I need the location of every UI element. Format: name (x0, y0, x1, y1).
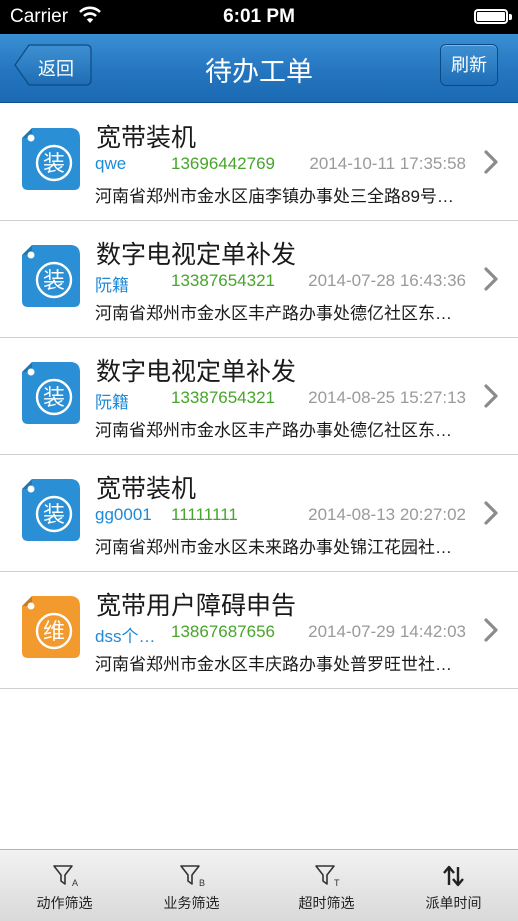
order-user: dss个… (95, 627, 156, 646)
install-tag-icon: 装 (20, 243, 82, 309)
tab-business-filter[interactable]: B 业务筛选 (127, 850, 256, 921)
tag-badge-text: 维 (43, 620, 65, 645)
filter-t-icon: T (314, 864, 340, 893)
order-phone: 13867687656 (171, 622, 276, 641)
list-item[interactable]: 装 数字电视定单补发 阮籍 13387654321 2014-08-25 15:… (0, 338, 518, 455)
status-bar: Carrier 6:01 PM (0, 0, 518, 34)
list-item[interactable]: 维 宽带用户障碍申告 dss个… 13867687656 2014-07-29 … (0, 572, 518, 689)
battery-icon (474, 9, 512, 24)
order-date: 2014-07-29 14:42:03 (308, 622, 466, 641)
navigation-bar: 返回 待办工单 刷新 (0, 34, 518, 103)
tab-label: 动作筛选 (36, 895, 93, 911)
repair-tag-icon: 维 (20, 594, 82, 660)
tag-badge-text: 装 (43, 269, 65, 294)
chevron-right-icon (484, 501, 498, 530)
tab-action-filter[interactable]: A 动作筛选 (0, 850, 129, 921)
order-phone: 13387654321 (171, 388, 276, 407)
order-date: 2014-10-11 17:35:58 (309, 154, 466, 173)
list-item[interactable]: 装 数字电视定单补发 阮籍 13387654321 2014-07-28 16:… (0, 221, 518, 338)
order-address: 河南省郑州市金水区丰庆路办事处普罗旺世社… (95, 655, 452, 674)
filter-a-icon: A (52, 864, 78, 893)
tab-dispatch-time-sort[interactable]: 派单时间 (389, 850, 518, 921)
refresh-button[interactable]: 刷新 (440, 44, 498, 86)
order-address: 河南省郑州市金水区庙李镇办事处三全路89号… (95, 187, 454, 206)
tab-label: 超时筛选 (298, 895, 355, 911)
tab-icon-letter: B (199, 878, 205, 888)
list-item[interactable]: 装 宽带装机 gg0001 11111111 2014-08-13 20:27:… (0, 455, 518, 572)
work-order-list: 装 宽带装机 qwe 13696442769 2014-10-11 17:35:… (0, 104, 518, 689)
install-tag-icon: 装 (20, 126, 82, 192)
order-date: 2014-08-13 20:27:02 (308, 505, 466, 524)
order-address: 河南省郑州市金水区丰产路办事处德亿社区东… (95, 421, 452, 440)
chevron-right-icon (484, 150, 498, 179)
order-user: gg0001 (95, 505, 152, 524)
install-tag-icon: 装 (20, 360, 82, 426)
sort-arrows-icon (442, 864, 466, 893)
order-phone: 11111111 (171, 505, 238, 524)
tag-badge-text: 装 (43, 503, 65, 528)
order-title: 数字电视定单补发 (96, 241, 297, 269)
order-title: 宽带装机 (96, 475, 197, 503)
order-user: 阮籍 (95, 276, 129, 295)
tag-badge-text: 装 (43, 386, 65, 411)
tag-badge-text: 装 (43, 152, 65, 177)
order-phone: 13387654321 (171, 271, 276, 290)
order-phone: 13696442769 (171, 154, 276, 173)
order-title: 宽带装机 (96, 124, 197, 152)
tab-timeout-filter[interactable]: T 超时筛选 (262, 850, 391, 921)
order-date: 2014-07-28 16:43:36 (308, 271, 466, 290)
filter-tab-bar: A 动作筛选 B 业务筛选 T 超时筛选 派单时间 (0, 849, 518, 921)
order-date: 2014-08-25 15:27:13 (308, 388, 466, 407)
order-address: 河南省郑州市金水区未来路办事处锦江花园社… (95, 538, 452, 557)
order-title: 宽带用户障碍申告 (96, 592, 297, 620)
chevron-right-icon (484, 384, 498, 413)
order-title: 数字电视定单补发 (96, 358, 297, 386)
tab-label: 派单时间 (425, 895, 482, 911)
install-tag-icon: 装 (20, 477, 82, 543)
tab-icon-letter: T (334, 878, 340, 888)
order-user: qwe (95, 154, 127, 173)
list-item[interactable]: 装 宽带装机 qwe 13696442769 2014-10-11 17:35:… (0, 104, 518, 221)
order-user: 阮籍 (95, 393, 129, 412)
chevron-right-icon (484, 618, 498, 647)
filter-b-icon: B (179, 864, 205, 893)
chevron-right-icon (484, 267, 498, 296)
order-address: 河南省郑州市金水区丰产路办事处德亿社区东… (95, 304, 452, 323)
tab-icon-letter: A (72, 878, 78, 888)
clock: 6:01 PM (223, 6, 295, 27)
tab-label: 业务筛选 (163, 895, 220, 911)
